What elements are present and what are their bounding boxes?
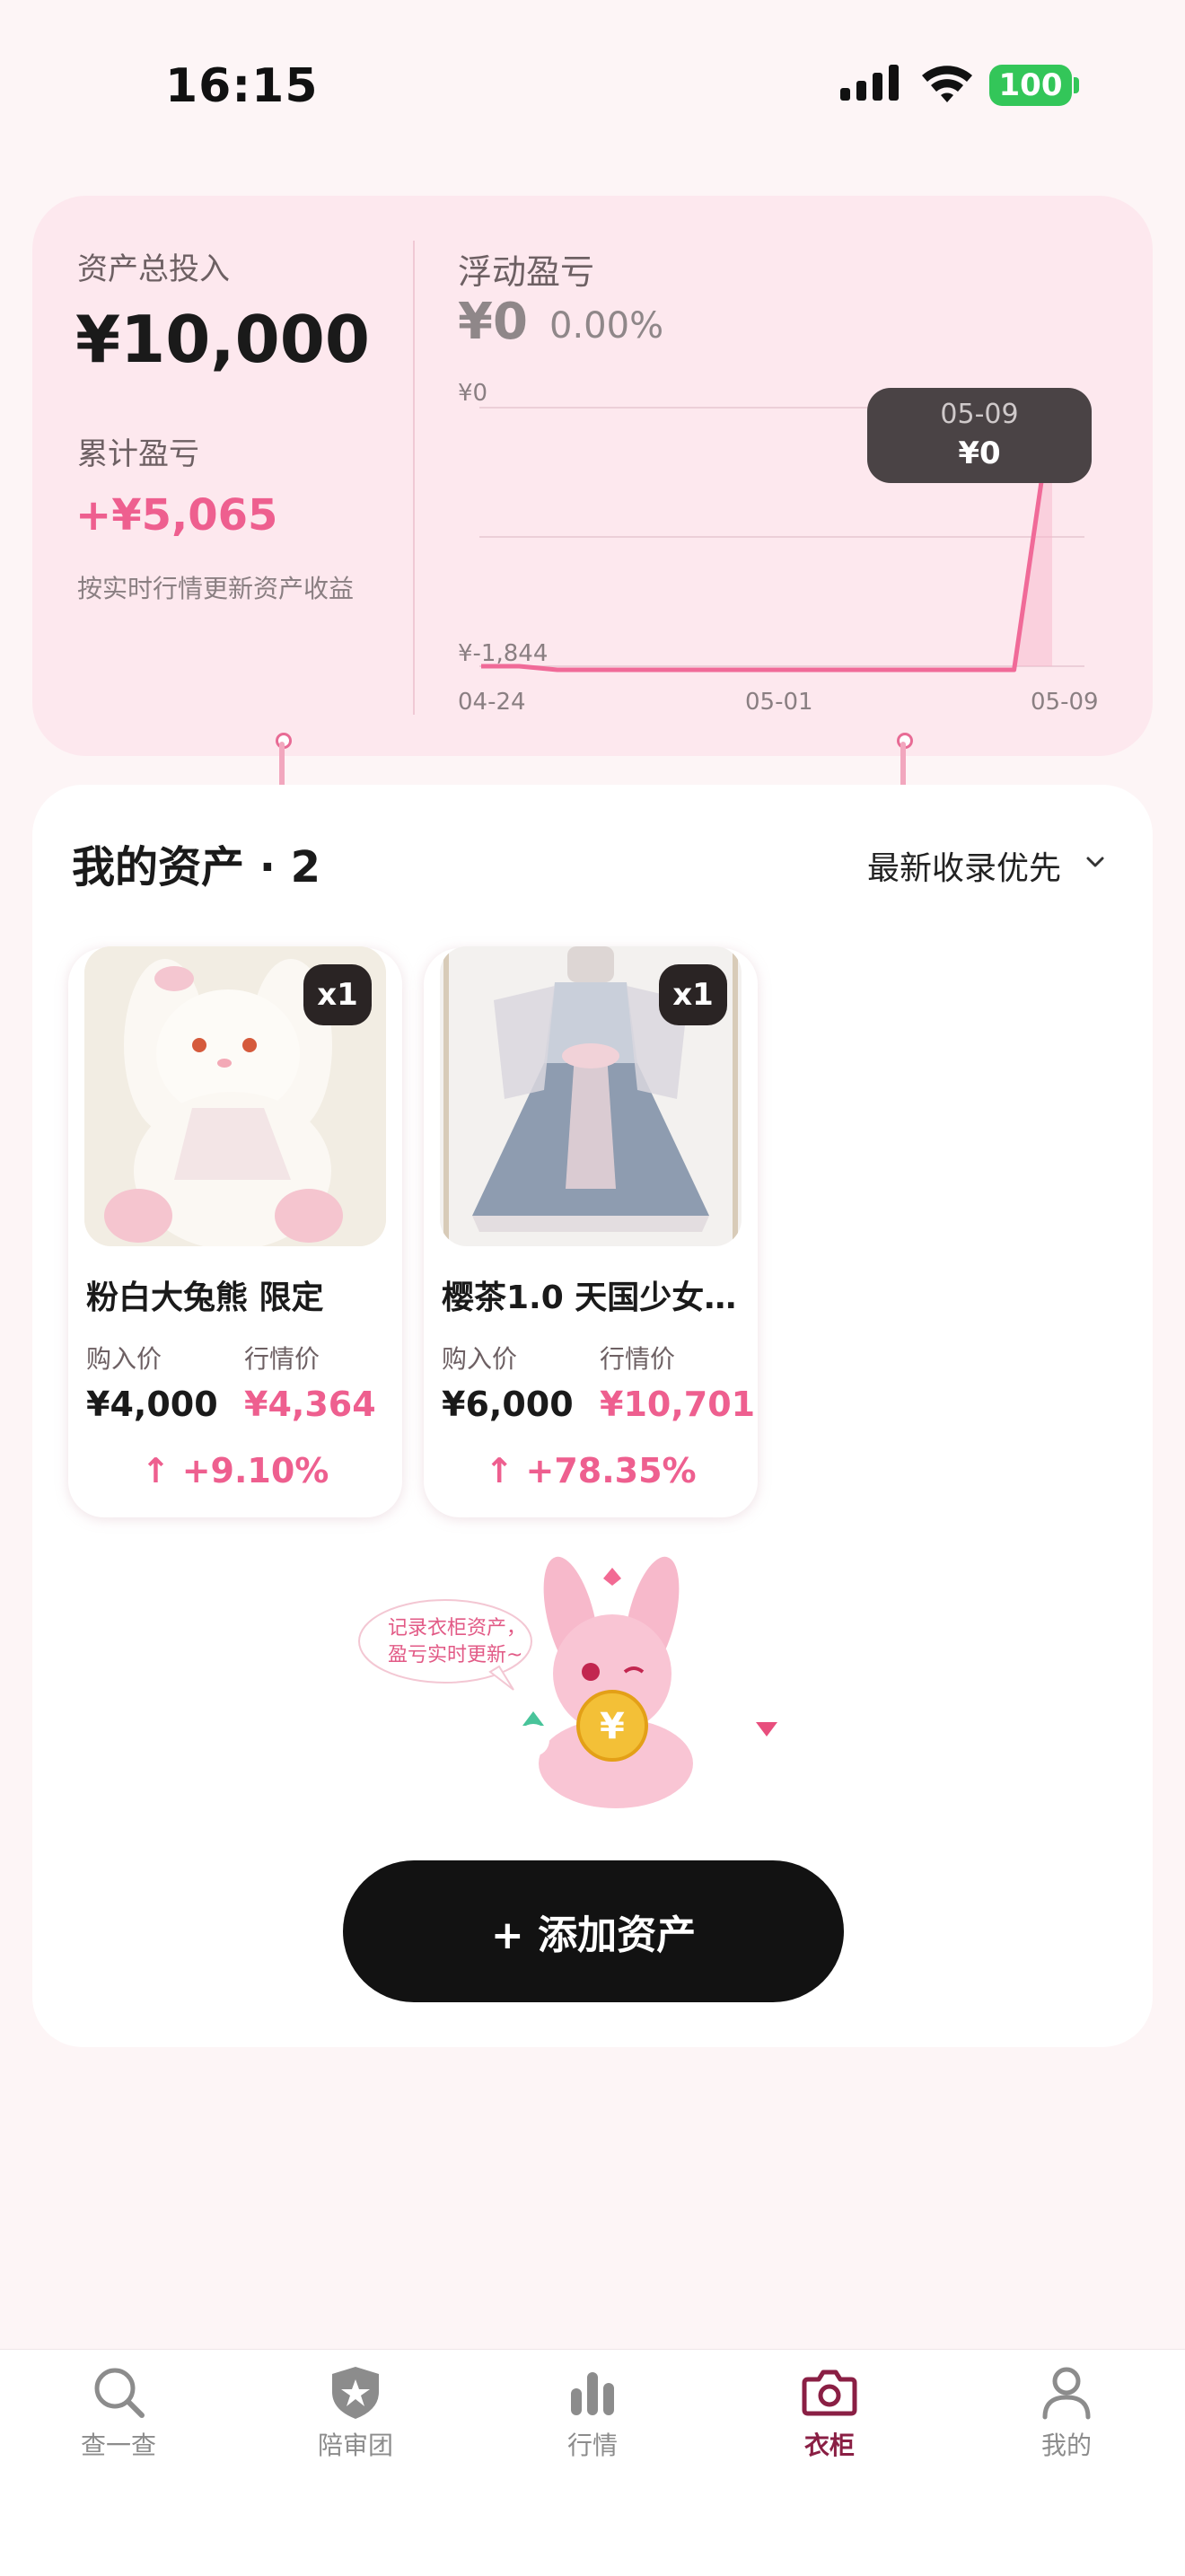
asset-name: 粉白大兔熊 限定 [86, 1279, 324, 1316]
person-icon [1042, 2367, 1091, 2420]
price-change: ↑ +9.10% [141, 1451, 329, 1490]
tab-label: 陪审团 [317, 2431, 393, 2460]
tab-profile[interactable]: 我的 [948, 2363, 1185, 2462]
floating-pnl-value: ¥0 [458, 293, 528, 351]
wifi-icon [922, 66, 972, 102]
camera-icon [802, 2369, 857, 2416]
quantity-badge: x1 [303, 964, 372, 1025]
bubble-line-2: 盈亏实时更新~ [388, 1644, 522, 1666]
chart-tooltip: 05-09 ¥0 [867, 388, 1092, 483]
quantity-badge: x1 [659, 964, 727, 1025]
market-price-value: ¥10,701 [600, 1385, 756, 1424]
buy-price-value: ¥4,000 [86, 1385, 218, 1424]
tab-label: 查一查 [80, 2431, 156, 2460]
total-investment-label: 资产总投入 [77, 251, 230, 287]
asset-name: 樱茶1.0 天国少女… [442, 1279, 737, 1316]
buy-price-label: 购入价 [442, 1344, 518, 1374]
market-price-value: ¥4,364 [244, 1385, 376, 1424]
tab-label: 行情 [566, 2431, 618, 2460]
floating-pnl-percent: 0.00% [549, 305, 664, 347]
sort-dropdown[interactable]: 最新收录优先 [867, 842, 1061, 889]
chevron-down-icon[interactable] [1083, 849, 1108, 875]
tab-market[interactable]: 行情 [474, 2363, 711, 2462]
x-tick-label: 04-24 [458, 689, 526, 716]
svg-text:¥: ¥ [600, 1706, 625, 1747]
tab-wardrobe[interactable]: 衣柜 [711, 2363, 948, 2462]
buy-price-label: 购入价 [86, 1344, 162, 1374]
bar-chart-icon [571, 2372, 614, 2415]
y-tick-label: ¥-1,844 [458, 640, 548, 667]
tab-search[interactable]: 查一查 [0, 2363, 237, 2462]
add-asset-button[interactable]: + 添加资产 [343, 1860, 844, 2002]
price-change: ↑ +78.35% [485, 1451, 697, 1490]
battery-indicator: 100 [989, 65, 1072, 106]
my-assets-title: 我的资产 · 2 [72, 842, 321, 892]
cellular-signal-icon [840, 65, 899, 101]
market-price-label: 行情价 [244, 1344, 320, 1374]
tab-jury[interactable]: 陪审团 [237, 2363, 474, 2462]
realtime-note: 按实时行情更新资产收益 [77, 574, 355, 603]
status-time: 16:15 [165, 59, 319, 113]
mascot-illustration: 记录衣柜资产， 盈亏实时更新~ ¥ [356, 1555, 822, 1816]
bunny-mascot-image: 记录衣柜资产， 盈亏实时更新~ ¥ [358, 1556, 783, 1808]
tooltip-date: 05-09 [940, 399, 1019, 430]
tab-label: 我的 [1040, 2431, 1092, 2460]
search-icon [94, 2368, 145, 2418]
total-investment-value: ¥10,000 [75, 302, 370, 377]
bubble-line-1: 记录衣柜资产， [388, 1617, 526, 1640]
floating-pnl-label: 浮动盈亏 [458, 252, 595, 292]
battery-tip [1074, 77, 1079, 93]
cumulative-pnl-label: 累计盈亏 [77, 436, 199, 472]
buy-price-value: ¥6,000 [442, 1385, 574, 1424]
tab-label: 衣柜 [803, 2431, 855, 2460]
market-price-label: 行情价 [600, 1344, 676, 1374]
tooltip-value: ¥0 [958, 435, 1001, 471]
shield-star-icon [332, 2367, 379, 2419]
cumulative-pnl-value: +¥5,065 [75, 490, 278, 541]
y-tick-label: ¥0 [458, 380, 487, 407]
summary-divider [413, 241, 415, 715]
x-tick-label: 05-09 [1031, 689, 1099, 716]
x-tick-label: 05-01 [745, 689, 813, 716]
